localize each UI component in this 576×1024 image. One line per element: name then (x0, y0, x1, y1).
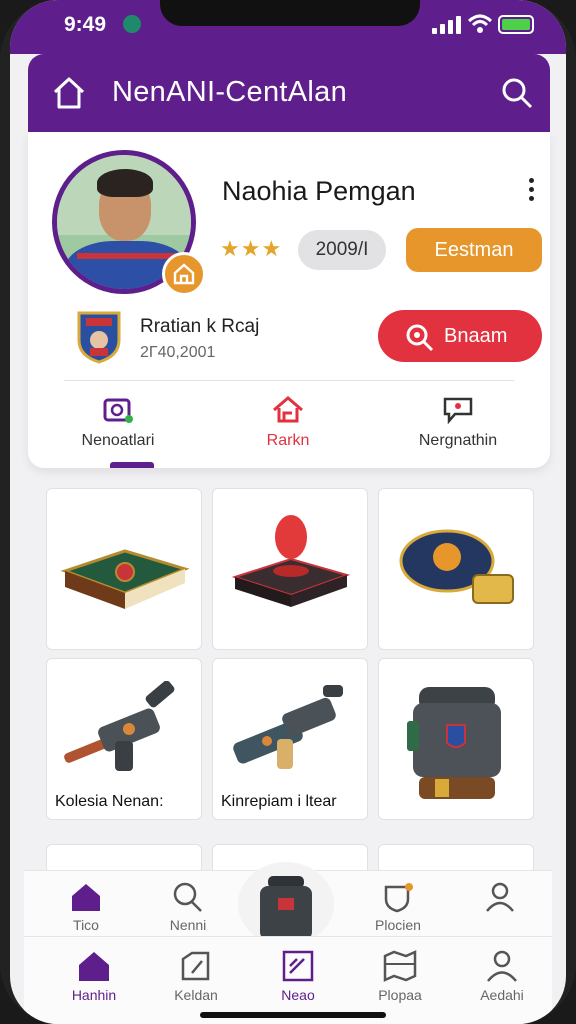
item-card-rifle[interactable]: Kolesia Nenan: (46, 658, 202, 820)
blaster-icon (233, 685, 343, 769)
player-name: Naohia Pemgan (222, 176, 416, 206)
nav-label: Keldan (174, 987, 218, 1003)
tab-label: Nenoatlari (81, 432, 155, 449)
center-action-button[interactable] (238, 862, 334, 946)
signal-icon (432, 16, 462, 34)
nav-item-keldan[interactable]: Keldan (156, 949, 236, 1003)
player-id-pill: 2009/I (298, 230, 386, 270)
status-bar: 9:49 (10, 0, 566, 54)
nav-label: Plopaa (378, 987, 422, 1003)
tab-nenoatlari[interactable]: Nenoatlari (38, 394, 198, 458)
home-icon (79, 952, 109, 981)
club-date: 2Г40,2001 (140, 344, 216, 361)
secondary-action-button[interactable]: Bnaam (378, 310, 542, 362)
shield-notification-icon (384, 883, 413, 913)
bottom-nav-bar: Hanhin Keldan Neao Plopaa Aedahi (24, 936, 552, 1024)
nav-item-aedahi[interactable]: Aedahi (462, 949, 542, 1003)
search-gear-icon (406, 324, 434, 352)
nav-item-hanhin[interactable]: Hanhin (54, 949, 134, 1003)
phone-frame: 9:49 NenANI-CentAlan Naohia Pemgan ★★★ 2… (0, 0, 576, 1024)
tab-rarkn[interactable]: Rarkn (208, 394, 368, 458)
subnav-item-profile[interactable] (460, 881, 540, 913)
screen: 9:49 NenANI-CentAlan Naohia Pemgan ★★★ 2… (10, 0, 566, 1024)
wifi-icon (467, 14, 493, 33)
item-caption: Kinrepiam i ltear (221, 793, 337, 810)
search-icon (173, 882, 202, 912)
nav-label: Plocien (375, 917, 421, 933)
book-icon (60, 549, 190, 609)
nav-label: Nenni (169, 917, 207, 933)
home-badge-icon[interactable] (162, 252, 206, 296)
notch (160, 0, 420, 26)
tab-label: Nergnathin (418, 432, 498, 449)
item-card-joystick[interactable] (212, 488, 368, 650)
badge-icon (399, 529, 514, 604)
club-crest-icon (77, 311, 121, 364)
star-rating: ★★★ (220, 236, 283, 261)
shield-icon (123, 15, 141, 33)
backpack-icon (407, 687, 501, 799)
nav-item-neao[interactable]: Neao (258, 949, 338, 1003)
more-options-icon[interactable] (526, 178, 536, 206)
active-tab-indicator (110, 462, 154, 468)
tab-label: Rarkn (266, 432, 310, 449)
nav-label: Neao (281, 987, 315, 1003)
joystick-icon (231, 515, 351, 607)
search-icon[interactable] (500, 76, 534, 110)
nav-item-plopaa[interactable]: Plopaa (360, 949, 440, 1003)
subnav-item-plocien[interactable]: Plocien (358, 881, 438, 933)
tab-nergnathin[interactable]: Nergnathin (378, 394, 538, 458)
camera-icon (103, 398, 133, 423)
edit-board-icon (282, 950, 314, 982)
home-icon (72, 884, 100, 911)
nav-label: Aedahi (480, 987, 524, 1003)
item-card-backpack[interactable] (378, 658, 534, 820)
secondary-action-label: Bnaam (444, 325, 508, 347)
club-name: Rratian k Rcaj (140, 316, 260, 337)
home-icon[interactable] (50, 74, 88, 112)
compose-icon (181, 951, 210, 981)
user-icon (486, 882, 514, 912)
rifle-icon (64, 681, 175, 771)
user-icon (487, 950, 517, 982)
backpack-icon (260, 876, 312, 940)
battery-icon (498, 15, 534, 34)
item-caption: Kolesia Nenan: (55, 793, 164, 810)
subnav-item-nenni[interactable]: Nenni (148, 881, 228, 933)
primary-action-button[interactable]: Eestman (406, 228, 542, 272)
app-title: NenANI-CentAlan (112, 76, 347, 108)
app-bar: NenANI-CentAlan (28, 54, 550, 132)
subnav-item-tico[interactable]: Tico (46, 881, 126, 933)
profile-card: Naohia Pemgan ★★★ 2009/I Eestman Rratian… (28, 132, 550, 468)
divider (64, 380, 514, 381)
house-icon (273, 396, 303, 423)
chat-bubble-icon (443, 397, 473, 424)
status-time: 9:49 (64, 13, 107, 36)
item-card-book[interactable] (46, 488, 202, 650)
nav-label: Tico (73, 917, 99, 933)
item-card-badge[interactable] (378, 488, 534, 650)
nav-label: Hanhin (71, 987, 117, 1003)
item-card-blaster[interactable]: Kinrepiam i ltear (212, 658, 368, 820)
home-indicator (200, 1012, 386, 1018)
map-icon (383, 950, 417, 982)
